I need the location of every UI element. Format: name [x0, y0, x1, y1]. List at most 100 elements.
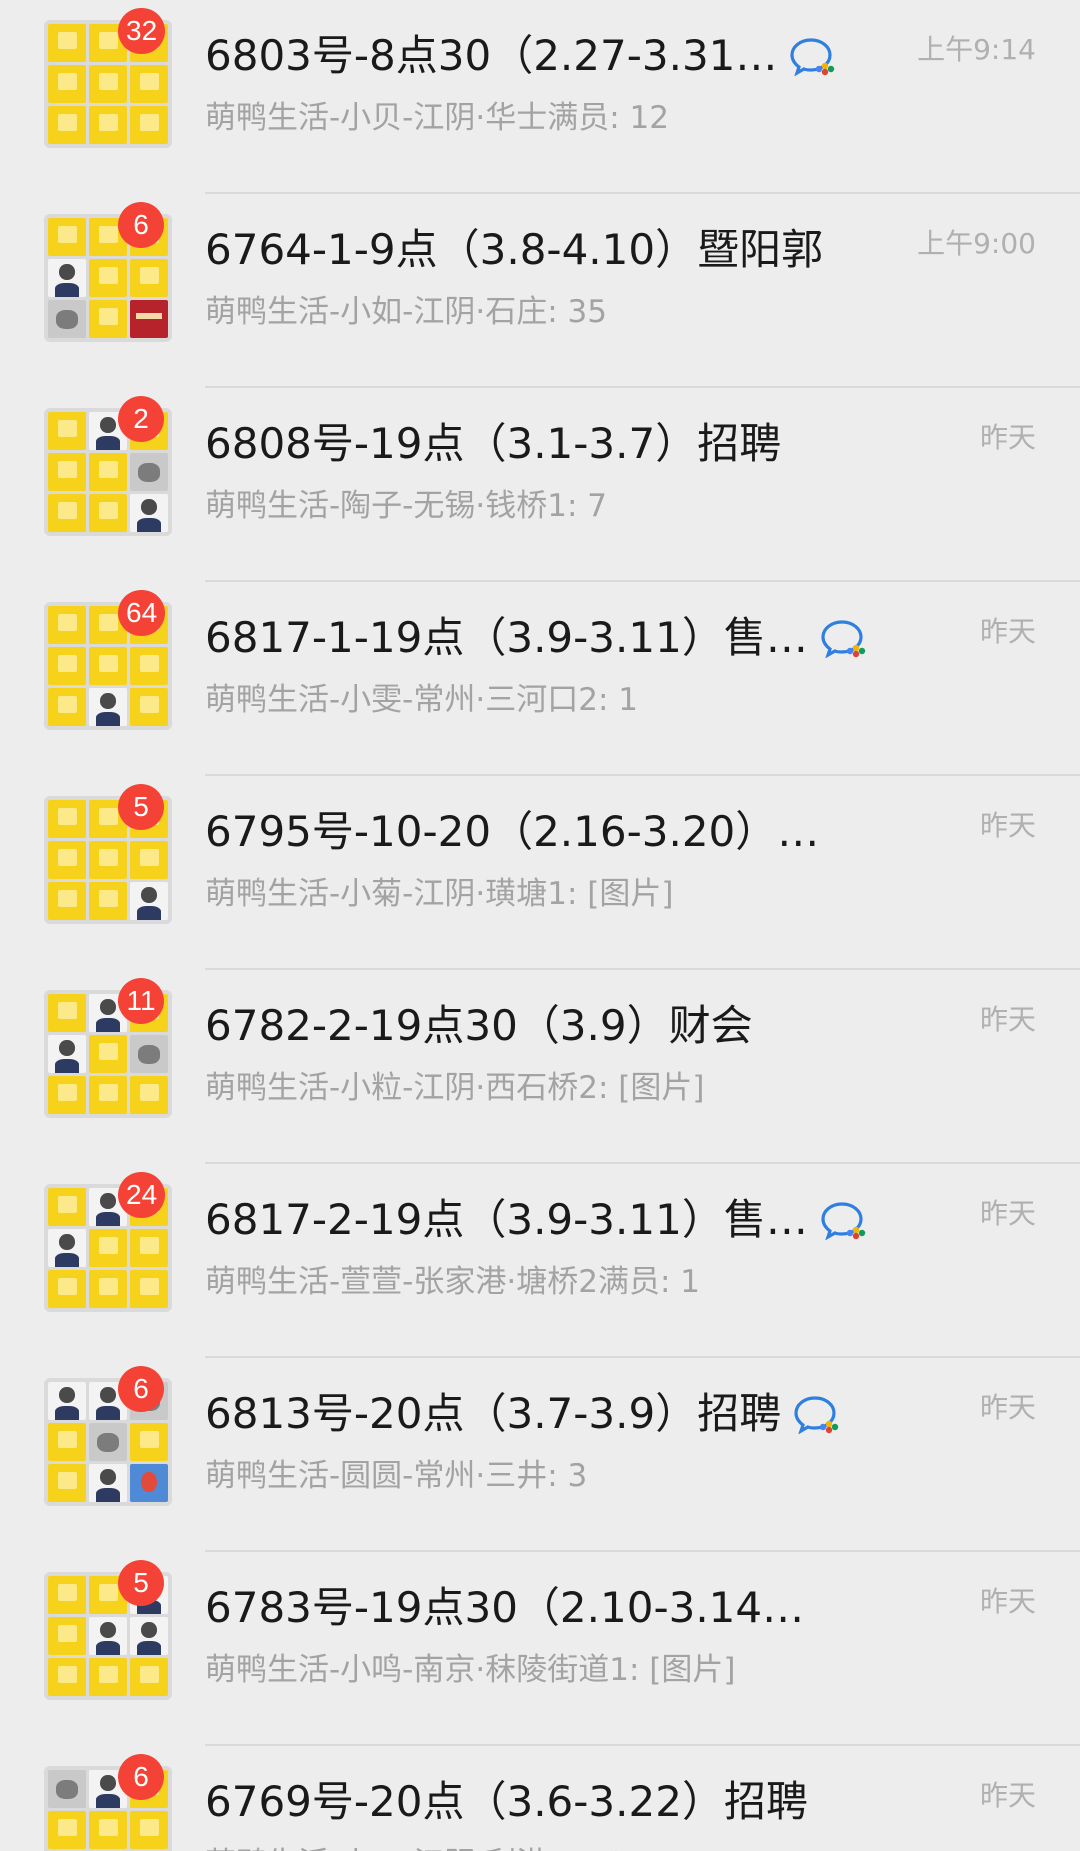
avatar-tile [89, 259, 127, 297]
message-time: 上午9:14 [917, 33, 1036, 66]
chat-title-line: 6813号-20点（3.7-3.9）招聘 [205, 1388, 841, 1440]
avatar-tile [89, 1035, 127, 1073]
unread-badge: 6 [118, 1754, 164, 1800]
avatar-tile [89, 688, 127, 726]
chat-title: 6795号-10-20（2.16-3.20）房… [205, 807, 845, 856]
avatar-tile [89, 1423, 127, 1461]
wecom-chat-bubble-icon [821, 1202, 866, 1240]
avatar-tile [89, 1464, 127, 1502]
avatar-tile [130, 882, 168, 920]
unread-badge: 32 [118, 8, 166, 54]
avatar-tile [48, 1658, 86, 1696]
last-message-preview: 萌鸭生活-圆圆-常州·三井: 3 [205, 1458, 588, 1494]
avatar-tile [130, 1229, 168, 1267]
avatar-tile [48, 1382, 86, 1420]
unread-badge: 64 [118, 590, 166, 636]
avatar-tile [48, 1076, 86, 1114]
chat-list-item[interactable]: 11 6782-2-19点30（3.9）财会 萌鸭生活-小粒-江阴·西石桥2: [图… [0, 970, 1080, 1164]
chat-title-line: 6817-2-19点（3.9-3.11）售… [205, 1194, 868, 1246]
unread-badge: 2 [118, 396, 164, 442]
avatar-tile [89, 647, 127, 685]
chat-list-item[interactable]: 32 6803号-8点30（2.27-3.31… 萌鸭生活-小贝-江阴·华士满员: … [0, 0, 1080, 194]
chat-list-item[interactable]: 6 6764-1-9点（3.8-4.10）暨阳郭 萌鸭生活-小如-江阴·石庄: 35… [0, 194, 1080, 388]
avatar-tile [130, 688, 168, 726]
avatar-tile [48, 65, 86, 103]
avatar-tile [48, 412, 86, 450]
avatar-tile [130, 453, 168, 491]
avatar-tile [48, 882, 86, 920]
avatar-tile [89, 882, 127, 920]
avatar-tile [89, 65, 127, 103]
chat-title: 6769号-20点（3.6-3.22）招聘 [205, 1777, 808, 1826]
avatar-tile [89, 1811, 127, 1849]
message-time: 昨天 [979, 1779, 1036, 1812]
chat-title-line: 6782-2-19点30（3.9）财会 [205, 1000, 753, 1052]
avatar-tile [89, 453, 127, 491]
avatar-tile [48, 1770, 86, 1808]
avatar-tile [89, 106, 127, 144]
avatar-tile [48, 994, 86, 1032]
message-time: 昨天 [979, 1197, 1036, 1230]
avatar-tile [89, 1229, 127, 1267]
message-time: 上午9:00 [917, 227, 1036, 260]
avatar-tile [89, 1617, 127, 1655]
avatar-tile [130, 1811, 168, 1849]
message-time: 昨天 [979, 809, 1036, 842]
chat-list: 32 6803号-8点30（2.27-3.31… 萌鸭生活-小贝-江阴·华士满员: … [0, 0, 1080, 1851]
message-time: 昨天 [979, 421, 1036, 454]
unread-badge: 5 [118, 1560, 164, 1606]
avatar-tile [48, 688, 86, 726]
wecom-chat-bubble-icon [794, 1396, 839, 1434]
chat-title-line: 6803号-8点30（2.27-3.31… [205, 30, 837, 82]
message-time: 昨天 [979, 1391, 1036, 1424]
last-message-preview: 萌鸭生活-小雯-常州·三河口2: 1 [205, 682, 638, 718]
chat-title: 6782-2-19点30（3.9）财会 [205, 1001, 753, 1050]
avatar-tile [48, 1811, 86, 1849]
avatar-tile [48, 218, 86, 256]
message-time: 昨天 [979, 1585, 1036, 1618]
last-message-preview: 萌鸭生活-陶子-无锡·钱桥1: 7 [205, 488, 607, 524]
chat-list-item[interactable]: 6 6813号-20点（3.7-3.9）招聘 萌鸭生活-圆圆-常州·三井: 3 昨天 [0, 1358, 1080, 1552]
chat-title: 6764-1-9点（3.8-4.10）暨阳郭 [205, 225, 824, 274]
chat-list-item[interactable]: 2 6808号-19点（3.1-3.7）招聘萌鸭生活-陶子-无锡·钱桥1: 7 昨天 [0, 388, 1080, 582]
chat-title-line: 6769号-20点（3.6-3.22）招聘 [205, 1776, 808, 1828]
chat-title-line: 6783号-19点30（2.10-3.14）… [205, 1582, 845, 1634]
avatar-tile [89, 1270, 127, 1308]
avatar-tile [89, 841, 127, 879]
last-message-preview: 萌鸭生活-小鸣-南京·秣陵街道1: [图片] [205, 1652, 736, 1688]
avatar-tile [48, 1423, 86, 1461]
chat-list-item[interactable]: 5 6783号-19点30（2.10-3.14）… 萌鸭生活-小鸣-南京·秣陵街道1… [0, 1552, 1080, 1746]
avatar-tile [130, 259, 168, 297]
unread-badge: 6 [118, 202, 164, 248]
chat-title: 6803号-8点30（2.27-3.31… [205, 31, 778, 80]
last-message-preview: 萌鸭生活-小菊-江阴·璜塘1: [图片] [205, 876, 674, 912]
avatar-tile [130, 494, 168, 532]
avatar-tile [89, 300, 127, 338]
avatar-tile [48, 300, 86, 338]
chat-list-item[interactable]: 6 6769号-20点（3.6-3.22）招聘萌鸭生活-小…-江阴·利港1: 12… [0, 1746, 1080, 1851]
chat-list-item[interactable]: 64 6817-1-19点（3.9-3.11）售… 萌鸭生活-小雯-常州·三河口2:… [0, 582, 1080, 776]
avatar-tile [48, 800, 86, 838]
avatar-tile [48, 1576, 86, 1614]
avatar-tile [130, 300, 168, 338]
avatar-tile [48, 1035, 86, 1073]
avatar-tile [48, 453, 86, 491]
avatar-tile [48, 1464, 86, 1502]
avatar-tile [130, 1035, 168, 1073]
last-message-preview: 萌鸭生活-小贝-江阴·华士满员: 12 [205, 100, 669, 136]
avatar-tile [89, 1076, 127, 1114]
avatar-tile [130, 1270, 168, 1308]
chat-list-item[interactable]: 24 6817-2-19点（3.9-3.11）售… 萌鸭生活-萱萱-张家港·塘桥2满… [0, 1164, 1080, 1358]
last-message-preview: 萌鸭生活-小…-江阴·利港1: 12 [205, 1844, 627, 1851]
avatar-tile [89, 494, 127, 532]
chat-title-line: 6817-1-19点（3.9-3.11）售… [205, 612, 868, 664]
wecom-chat-bubble-icon [821, 620, 866, 658]
avatar-tile [48, 1188, 86, 1226]
message-time: 昨天 [979, 1003, 1036, 1036]
avatar-tile [130, 1464, 168, 1502]
avatar-tile [130, 1423, 168, 1461]
chat-list-item[interactable]: 5 6795号-10-20（2.16-3.20）房… 萌鸭生活-小菊-江阴·璜塘1:… [0, 776, 1080, 970]
chat-title: 6808号-19点（3.1-3.7）招聘 [205, 419, 782, 468]
avatar-tile [48, 106, 86, 144]
chat-title-line: 6795号-10-20（2.16-3.20）房… [205, 806, 845, 858]
